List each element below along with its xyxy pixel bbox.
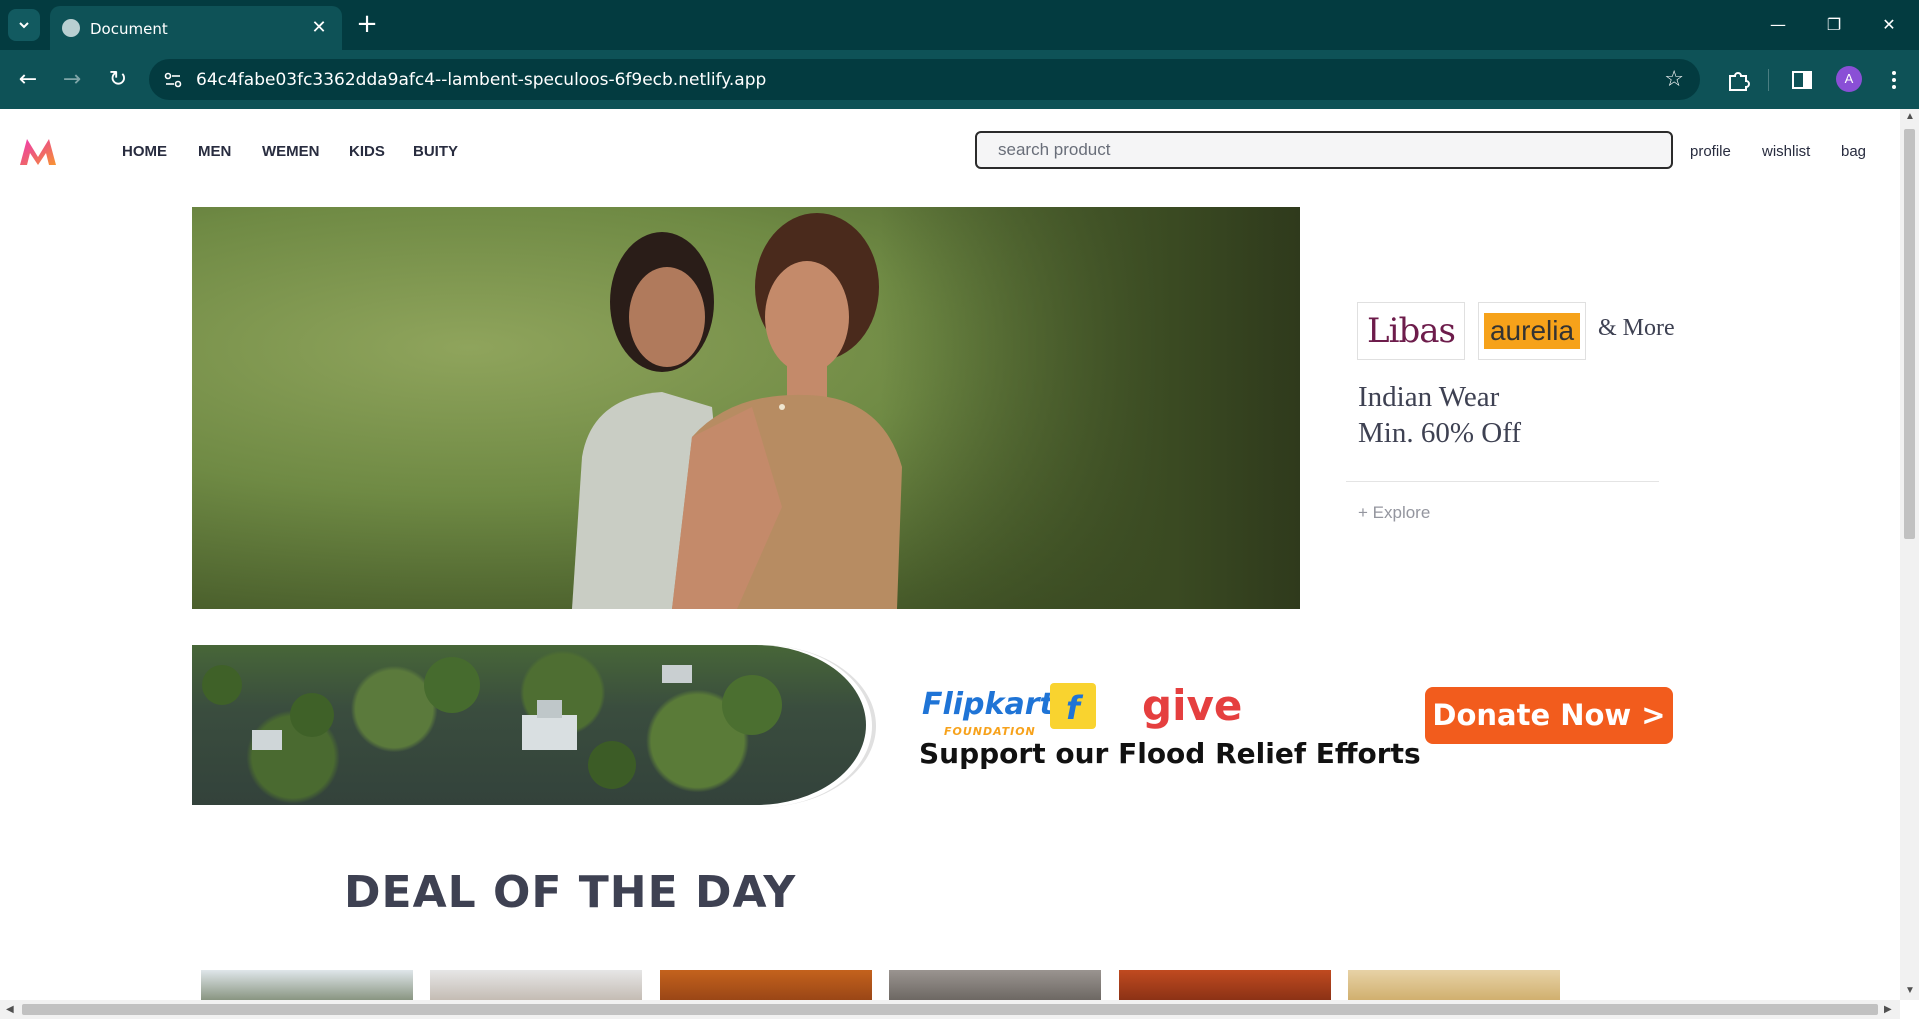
flipkart-logo-text: Flipkart (922, 687, 1054, 722)
horizontal-scroll-thumb[interactable] (22, 1004, 1878, 1015)
models-illustration (572, 213, 902, 609)
browser-toolbar: ← → ↻ 64c4fabe03fc3362dda9afc4--lambent-… (0, 50, 1919, 109)
donate-now-button[interactable]: Donate Now > (1425, 687, 1673, 744)
horizontal-scrollbar[interactable]: ◀ ▶ (0, 1000, 1900, 1019)
deal-product-card[interactable] (1348, 970, 1560, 1000)
minimize-icon[interactable]: — (1763, 12, 1793, 38)
scroll-down-arrow-icon[interactable]: ▼ (1905, 985, 1915, 996)
close-window-icon[interactable]: ✕ (1874, 12, 1904, 38)
wishlist-link[interactable]: wishlist (1762, 143, 1810, 160)
nav-men[interactable]: MEN (198, 143, 231, 160)
address-bar[interactable]: 64c4fabe03fc3362dda9afc4--lambent-specul… (149, 59, 1700, 100)
chevron-down-icon (19, 22, 29, 29)
browser-tab[interactable]: Document ✕ (50, 6, 342, 50)
bag-link[interactable]: bag (1841, 143, 1866, 160)
deal-product-card[interactable] (201, 970, 413, 1000)
deal-of-the-day-heading: DEAL OF THE DAY (344, 867, 797, 918)
myntra-logo[interactable] (18, 137, 58, 167)
restore-icon[interactable]: ❐ (1819, 12, 1849, 38)
explore-link[interactable]: + Explore (1358, 503, 1430, 523)
profile-avatar[interactable]: A (1836, 66, 1862, 92)
nav-home[interactable]: HOME (122, 143, 167, 160)
hero-divider (1346, 481, 1659, 482)
nav-kids[interactable]: KIDS (349, 143, 385, 160)
search-input[interactable] (975, 131, 1673, 169)
new-tab-button[interactable]: + (354, 11, 380, 38)
nav-beauty[interactable]: BUITY (413, 143, 458, 160)
side-panel-icon[interactable] (1788, 66, 1816, 94)
deal-product-card[interactable] (660, 970, 872, 1000)
extensions-icon[interactable] (1724, 66, 1752, 94)
page-viewport: HOME MEN WEMEN KIDS BUITY profile wishli… (0, 109, 1900, 1000)
globe-icon (62, 19, 80, 37)
scroll-up-arrow-icon[interactable]: ▲ (1905, 111, 1915, 122)
vertical-scrollbar[interactable]: ▲ ▼ (1900, 109, 1919, 1000)
back-arrow-icon[interactable]: ← (14, 66, 42, 94)
give-logo-text: give (1142, 681, 1243, 730)
nav-women[interactable]: WEMEN (262, 143, 320, 160)
and-more-text: & More (1598, 315, 1675, 341)
flood-relief-banner[interactable]: Flipkart FOUNDATION f give Support our F… (192, 645, 1673, 807)
vertical-scroll-thumb[interactable] (1904, 129, 1915, 539)
libas-logo[interactable]: Libas (1357, 302, 1465, 360)
tab-search-button[interactable] (8, 9, 40, 41)
more-menu-icon[interactable] (1880, 66, 1908, 94)
bookmark-star-icon[interactable]: ☆ (1664, 67, 1684, 92)
deal-product-card[interactable] (1119, 970, 1331, 1000)
scroll-right-arrow-icon[interactable]: ▶ (1884, 1004, 1892, 1015)
deal-product-card[interactable] (889, 970, 1101, 1000)
flood-relief-headline: Support our Flood Relief Efforts (919, 737, 1421, 770)
deal-product-card[interactable] (430, 970, 642, 1000)
toolbar-separator (1768, 69, 1769, 91)
site-info-icon[interactable] (163, 70, 183, 90)
reload-icon[interactable]: ↻ (104, 66, 132, 94)
scroll-left-arrow-icon[interactable]: ◀ (6, 1004, 14, 1015)
close-tab-icon[interactable]: ✕ (308, 16, 330, 38)
offer-discount: Min. 60% Off (1358, 417, 1521, 449)
aurelia-logo[interactable]: aurelia (1478, 302, 1586, 360)
forward-arrow-icon[interactable]: → (58, 66, 86, 94)
flood-aerial-photo (192, 645, 866, 805)
profile-link[interactable]: profile (1690, 143, 1731, 160)
hero-banner-image[interactable] (192, 207, 1300, 609)
browser-tab-strip: Document ✕ + — ❐ ✕ (0, 0, 1919, 50)
offer-category: Indian Wear (1358, 381, 1500, 413)
flipkart-bag-icon: f (1050, 683, 1096, 729)
tab-title: Document (90, 20, 168, 38)
url-text: 64c4fabe03fc3362dda9afc4--lambent-specul… (196, 70, 767, 90)
